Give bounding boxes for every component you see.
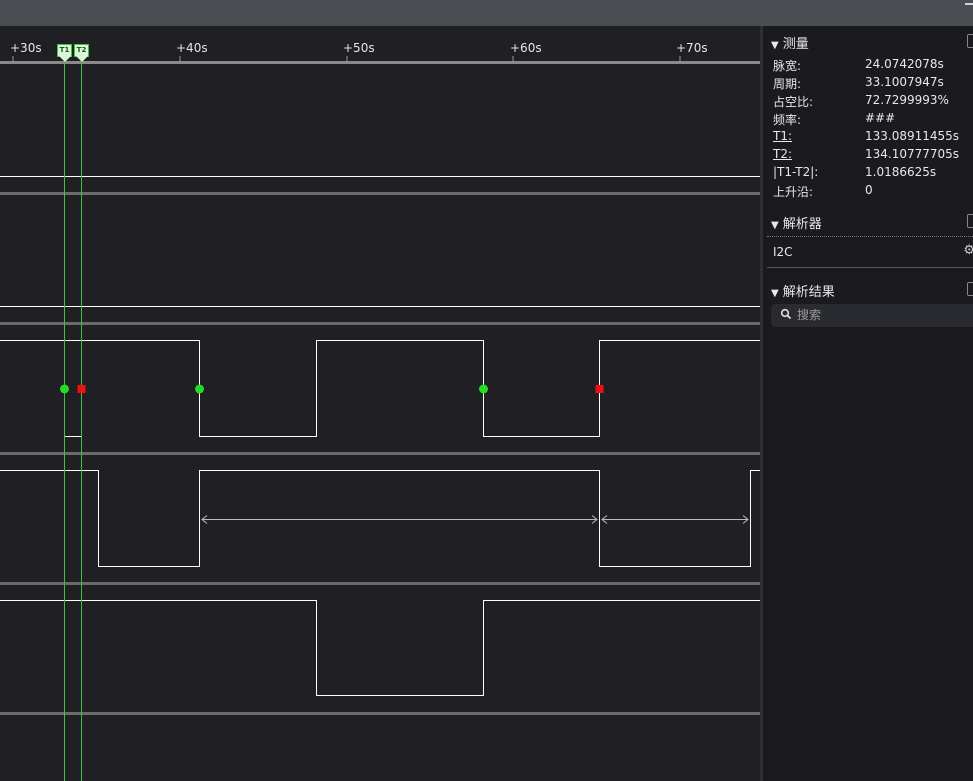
rising-edge-marker — [195, 384, 204, 394]
cursor-t1-flag[interactable]: T1 — [57, 44, 72, 62]
cursor-t2-flag[interactable]: T2 — [74, 44, 89, 62]
measurement-row: 周期: 33.1007947s — [773, 75, 973, 93]
measurement-value: 134.10777705s — [865, 147, 960, 161]
measurement-row: |T1-T2|: 1.0186625s — [773, 165, 973, 183]
measurement-label: 周期: — [773, 77, 802, 91]
tick-label: +50s — [343, 41, 375, 55]
measurement-row: T2: 134.10777705s — [773, 147, 973, 165]
channel-5-trace — [0, 600, 760, 696]
falling-edge-marker — [77, 385, 86, 393]
tick-label: +30s — [10, 41, 42, 55]
measurement-row: 脉宽: 24.0742078s — [773, 57, 973, 75]
time-ruler-line — [0, 61, 760, 64]
channel-4-trace — [0, 470, 760, 567]
top-toolbar — [0, 0, 973, 26]
measurement-row: T1: 133.08911455s — [773, 129, 973, 147]
waveform-view[interactable]: +30s +40s +50s +60s +70s T1 T2 — [0, 26, 760, 781]
decoder-item[interactable]: I2C — [773, 245, 793, 259]
channel-separator — [0, 322, 760, 325]
decoder-header[interactable]: ▼ 解析器 — [771, 213, 822, 232]
measurements-title: 测量 — [782, 37, 809, 52]
search-box[interactable] — [771, 304, 973, 327]
tick-label: +40s — [176, 41, 208, 55]
t1-link[interactable]: T1: — [773, 129, 792, 143]
collapse-triangle-icon[interactable]: ▼ — [771, 40, 779, 51]
measurement-label: 脉宽: — [773, 59, 802, 73]
right-panel: ▼ 测量 脉宽: 24.0742078s 周期: 33.1007947s 占空比:… — [760, 26, 973, 781]
measurement-value: ### — [865, 111, 896, 125]
channel-separator — [0, 712, 760, 715]
channel-separator — [0, 452, 760, 455]
panel-toggle-icon[interactable] — [967, 214, 973, 228]
rising-edge-marker — [479, 384, 488, 394]
falling-edge-marker — [595, 385, 604, 393]
menu-icon[interactable] — [965, 3, 973, 5]
decoder-title: 解析器 — [782, 217, 822, 232]
panel-toggle-icon[interactable] — [967, 282, 973, 296]
measurement-row: 占空比: 72.7299993% — [773, 93, 973, 111]
rising-edge-marker — [60, 384, 69, 394]
measurement-row: 上升沿: 0 — [773, 183, 973, 201]
gear-icon[interactable]: ⚙ — [963, 243, 973, 258]
measurement-value: 24.0742078s — [865, 57, 944, 71]
measurement-label: |T1-T2|: — [773, 165, 819, 179]
divider — [767, 267, 973, 268]
channel-3-trace — [0, 340, 760, 437]
measurement-value: 1.0186625s — [865, 165, 937, 179]
results-title: 解析结果 — [782, 285, 835, 300]
collapse-triangle-icon[interactable]: ▼ — [771, 288, 779, 299]
t2-link[interactable]: T2: — [773, 147, 792, 161]
tick-label: +70s — [676, 41, 708, 55]
results-header[interactable]: ▼ 解析结果 — [771, 281, 835, 300]
measurement-label: 上升沿: — [773, 185, 814, 199]
measurement-label: 占空比: — [773, 95, 814, 109]
measurement-row: 频率: ### — [773, 111, 973, 129]
collapse-triangle-icon[interactable]: ▼ — [771, 220, 779, 231]
tick-label: +60s — [510, 41, 542, 55]
measurement-label: 频率: — [773, 113, 802, 127]
panel-toggle-icon[interactable] — [967, 34, 973, 48]
channel-separator — [0, 582, 760, 585]
measurement-value: 133.08911455s — [865, 129, 960, 143]
search-icon — [780, 308, 792, 320]
divider — [767, 236, 973, 237]
measurements-header[interactable]: ▼ 测量 — [771, 33, 809, 52]
waveform-canvas[interactable] — [0, 26, 760, 781]
measurement-value: 72.7299993% — [865, 93, 949, 107]
search-input[interactable] — [797, 306, 967, 324]
channel-separator — [0, 192, 760, 195]
measurement-value: 33.1007947s — [865, 75, 944, 89]
measurement-value: 0 — [865, 183, 873, 197]
